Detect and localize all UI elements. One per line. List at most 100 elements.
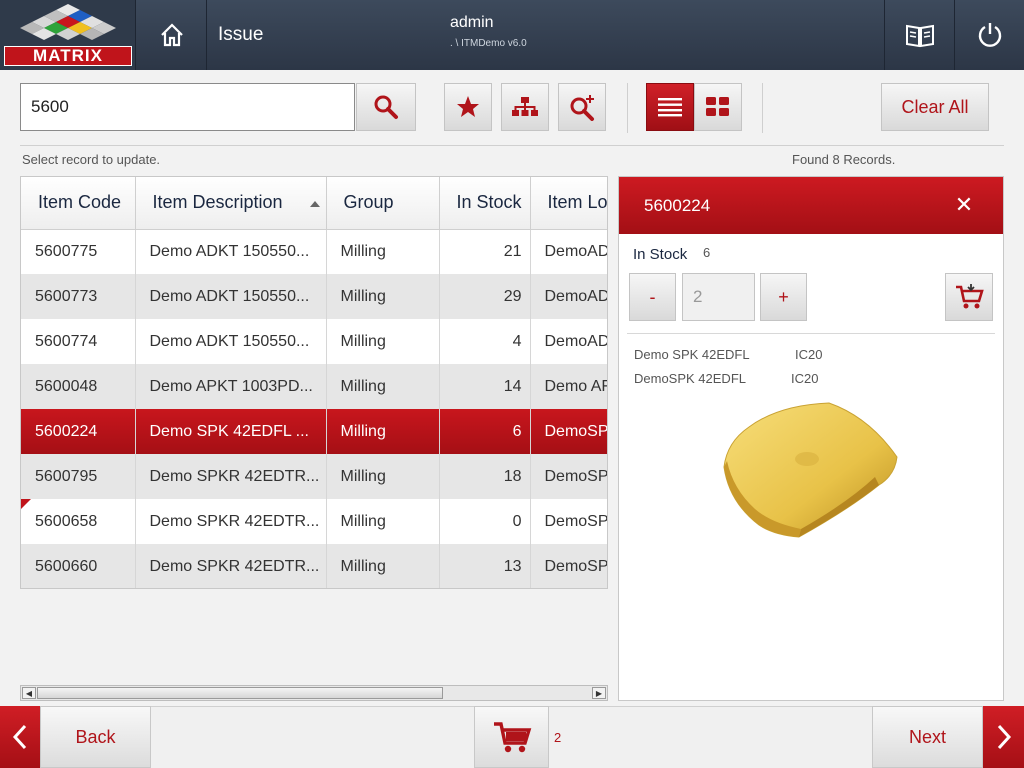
cell-item-description: Demo ADKT 150550... [135, 229, 327, 274]
cell-group: Milling [326, 454, 440, 499]
scroll-right-icon[interactable]: ▶ [592, 687, 606, 699]
increase-quantity-button[interactable]: + [760, 273, 807, 321]
column-header-item-long[interactable]: Item Lon [530, 177, 607, 230]
records-count: Found 8 Records. [792, 152, 896, 167]
decrease-quantity-button[interactable]: - [629, 273, 676, 321]
toolbar-divider [627, 83, 628, 133]
table-row[interactable]: 5600775 Demo ADKT 150550... Milling 21 DemoA… [21, 229, 607, 274]
add-to-cart-icon [956, 284, 984, 309]
cell-group: Milling [326, 364, 440, 409]
add-to-cart-button[interactable] [945, 273, 993, 321]
column-header-in-stock[interactable]: In Stock [439, 177, 531, 230]
cell-item-code: 5600795 [21, 454, 136, 499]
product-image [723, 402, 898, 538]
cell-group: Milling [326, 319, 440, 364]
toolbar-divider [762, 83, 763, 133]
detail-line-code: IC20 [791, 371, 819, 386]
clear-all-button[interactable]: Clear All [881, 83, 989, 131]
select-hint: Select record to update. [22, 152, 161, 167]
cell-text: 5600658 [35, 512, 98, 530]
table-row[interactable]: 5600795 Demo SPKR 42EDTR... Milling 18 DemoS… [21, 454, 607, 499]
detail-line-code: IC20 [795, 347, 823, 362]
table-row[interactable]: 5600660 Demo SPKR 42EDTR... Milling 13 DemoS… [21, 544, 607, 588]
row-flag-icon [21, 499, 31, 509]
search-icon [374, 95, 398, 119]
book-icon [905, 24, 934, 48]
logout-button[interactable] [954, 0, 1024, 70]
table-row-selected[interactable]: 5600224 Demo SPK 42EDFL ... Milling 6 DemoSP [21, 409, 607, 454]
home-icon [160, 23, 183, 47]
cell-item-description: Demo SPKR 42EDTR... [135, 499, 327, 544]
chevron-right-icon [997, 724, 1011, 750]
detail-line-desc: Demo SPK 42EDFL [634, 347, 750, 362]
logo-cubes-icon [20, 4, 116, 40]
table-row[interactable]: 5600048 Demo APKT 1003PD... Milling 14 Demo … [21, 364, 607, 409]
hierarchy-icon [512, 97, 538, 116]
cell-item-code: 5600774 [21, 319, 136, 364]
cell-item-description: Demo ADKT 150550... [135, 319, 327, 364]
next-arrow-button[interactable] [983, 706, 1024, 768]
column-header-item-code[interactable]: Item Code [21, 177, 136, 230]
grid-icon [706, 97, 729, 116]
column-header-item-description[interactable]: Item Description [135, 177, 327, 230]
favorites-button[interactable] [444, 83, 492, 131]
cart-button[interactable] [474, 706, 549, 768]
cell-group: Milling [326, 499, 440, 544]
zoom-plus-icon [570, 95, 594, 121]
cell-in-stock: 29 [439, 274, 531, 319]
cell-item-code: 5600224 [21, 409, 136, 454]
detail-line-desc: DemoSPK 42EDFL [634, 371, 746, 386]
cell-group: Milling [326, 409, 440, 454]
back-arrow-button[interactable] [0, 706, 40, 768]
horizontal-scrollbar[interactable]: ◀ ▶ [20, 685, 608, 701]
cell-item-long: DemoSP [530, 544, 607, 588]
cell-group: Milling [326, 274, 440, 319]
list-icon [658, 98, 682, 117]
search-input[interactable] [20, 83, 355, 131]
cell-item-code: 5600658 [21, 499, 136, 544]
cell-item-long: DemoSP [530, 499, 607, 544]
cell-item-code: 5600773 [21, 274, 136, 319]
close-icon[interactable]: ✕ [949, 190, 979, 220]
app-version: . \ ITMDemo v6.0 [450, 38, 527, 49]
next-button[interactable]: Next [872, 706, 983, 768]
column-header-group[interactable]: Group [326, 177, 440, 230]
home-button[interactable] [137, 0, 207, 70]
scrollbar-thumb[interactable] [37, 687, 443, 699]
cell-item-long: DemoAD [530, 229, 607, 274]
back-button[interactable]: Back [40, 706, 151, 768]
search-button[interactable] [356, 83, 416, 131]
manual-button[interactable] [884, 0, 954, 70]
cell-in-stock: 4 [439, 319, 531, 364]
cell-item-description: Demo APKT 1003PD... [135, 364, 327, 409]
sort-ascending-icon [309, 201, 320, 207]
cell-group: Milling [326, 544, 440, 588]
matrix-logo: MATRIX [0, 0, 136, 70]
star-icon [457, 96, 479, 117]
cell-item-code: 5600775 [21, 229, 136, 274]
cell-item-description: Demo SPKR 42EDTR... [135, 454, 327, 499]
divider [20, 145, 1004, 146]
quantity-field[interactable] [682, 273, 755, 321]
cell-in-stock: 13 [439, 544, 531, 588]
table-row[interactable]: 5600773 Demo ADKT 150550... Milling 29 DemoA… [21, 274, 607, 319]
page-title: Issue [218, 24, 264, 45]
list-view-button[interactable] [646, 83, 694, 131]
table-row[interactable]: 5600658 Demo SPKR 42EDTR... Milling 0 DemoSP [21, 499, 607, 544]
items-table: Item Code Item Description Group In Stoc… [20, 176, 608, 589]
cell-item-code: 5600660 [21, 544, 136, 588]
cell-in-stock: 18 [439, 454, 531, 499]
item-detail-panel: 5600224 ✕ In Stock 6 - + Demo SPK 42EDFL… [618, 176, 1004, 701]
cell-item-code: 5600048 [21, 364, 136, 409]
chevron-left-icon [12, 724, 27, 750]
cell-item-description: Demo ADKT 150550... [135, 274, 327, 319]
cell-item-long: DemoSP [530, 409, 607, 454]
cell-group: Milling [326, 229, 440, 274]
user-name: admin [450, 14, 494, 31]
hierarchy-button[interactable] [501, 83, 549, 131]
scroll-left-icon[interactable]: ◀ [22, 687, 36, 699]
advanced-search-button[interactable] [558, 83, 606, 131]
grid-view-button[interactable] [694, 83, 742, 131]
cell-in-stock: 0 [439, 499, 531, 544]
table-row[interactable]: 5600774 Demo ADKT 150550... Milling 4 DemoAD [21, 319, 607, 364]
